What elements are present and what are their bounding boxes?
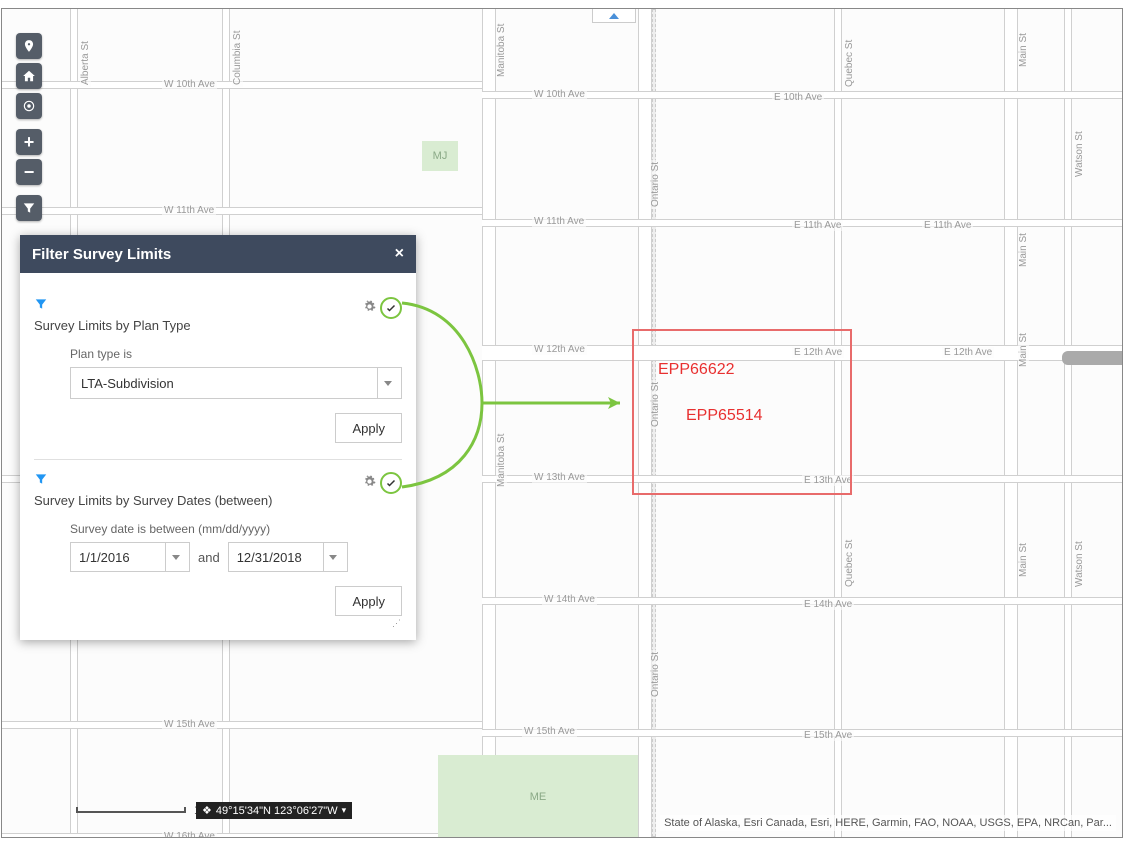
home-icon [22,69,36,83]
road-label: W 15th Ave [522,726,577,737]
select-value: LTA-Subdivision [81,376,174,391]
zoom-out-button[interactable]: − [16,159,42,185]
road-label: Quebec St [844,538,855,589]
road-label: Watson St [1074,539,1085,589]
check-icon [385,302,397,314]
road-label: Ontario St [650,160,661,209]
map-attribution: State of Alaska, Esri Canada, Esri, HERE… [660,815,1116,831]
zoom-in-button[interactable]: + [16,129,42,155]
road-label: E 15th Ave [802,730,854,741]
filter-icon [34,297,191,314]
road-label: W 10th Ave [532,89,587,100]
road-label: Ontario St [650,650,661,699]
check-icon [385,477,397,489]
survey-id-label: EPP66622 [658,361,735,379]
road-label: E 10th Ave [772,92,824,103]
road-label: W 11th Ave [532,216,586,227]
gear-icon[interactable] [363,475,376,491]
road-label: Quebec St [844,38,855,89]
panel-toggle-top[interactable] [592,9,636,23]
road-label: W 12th Ave [532,344,587,355]
coordinate-value: 49°15'34"N 123°06'27"W [216,805,338,817]
road-label: W 11th Ave [162,205,216,216]
map-toolbar: + − [16,33,42,221]
road-label: E 11th Ave [792,220,843,231]
apply-button[interactable]: Apply [335,586,402,616]
panel-header: Filter Survey Limits × [20,235,416,273]
date-from-input[interactable]: 1/1/2016 [70,542,190,572]
home-button[interactable] [16,63,42,89]
road-label: E 11th Ave [922,220,973,231]
road-label: E 12th Ave [942,347,994,358]
chevron-down-icon [377,368,397,398]
road-label: W 14th Ave [542,594,597,605]
chevron-down-icon [323,542,343,572]
road-label: Columbia St [232,29,243,87]
road-label: Manitoba St [496,432,507,489]
road-label: Main St [1018,331,1029,369]
filter-plan-type: Survey Limits by Plan Type Plan type is [34,285,402,460]
filter-icon [34,472,272,489]
filter-title: Survey Limits by Survey Dates (between) [34,493,272,508]
filter-sublabel: Survey date is between (mm/dd/yyyy) [70,522,402,536]
road-stub [1062,351,1122,365]
filter-icon [22,201,36,215]
road-label: Main St [1018,231,1029,269]
and-label: and [198,550,220,565]
pin-button[interactable] [16,33,42,59]
road-label: E 14th Ave [802,599,854,610]
close-button[interactable]: × [395,245,404,263]
chevron-down-icon: ▾ [342,805,347,816]
pin-icon [22,39,36,53]
chevron-down-icon [165,542,185,572]
filter-enabled-toggle[interactable] [380,297,402,319]
date-to-input[interactable]: 12/31/2018 [228,542,348,572]
road-label: Manitoba St [496,22,507,79]
coordinate-display[interactable]: ❖ 49°15'34"N 123°06'27"W ▾ [196,802,352,819]
road-label: W 16th Ave [162,831,217,838]
locate-button[interactable] [16,93,42,119]
apply-button[interactable]: Apply [335,413,402,443]
road-label: Alberta St [80,39,91,87]
road-label: W 13th Ave [532,472,587,483]
park-mj: MJ [422,141,458,171]
filter-panel: Filter Survey Limits × Survey Limits by … [20,235,416,640]
filter-title: Survey Limits by Plan Type [34,318,191,333]
map-viewport[interactable]: Alberta St Columbia St Manitoba St Manit… [1,8,1123,838]
chevron-up-icon [609,13,619,19]
panel-title: Filter Survey Limits [32,246,171,263]
date-value: 1/1/2016 [79,550,130,565]
plus-icon: + [24,132,35,153]
filter-button[interactable] [16,195,42,221]
filter-survey-dates: Survey Limits by Survey Dates (between) … [34,460,402,632]
resize-handle-icon[interactable]: ⋰ [392,618,399,629]
locate-icon [22,99,36,113]
road-label: Main St [1018,541,1029,579]
road-label: W 15th Ave [162,719,217,730]
survey-id-label: EPP65514 [686,407,763,425]
road-label: W 10th Ave [162,79,217,90]
road-label: Watson St [1074,129,1085,179]
park-me: ME [438,755,638,838]
minus-icon: − [24,162,35,183]
filter-sublabel: Plan type is [70,347,402,361]
filter-enabled-toggle[interactable] [380,472,402,494]
plan-type-select[interactable]: LTA-Subdivision [70,367,402,399]
panel-body: Survey Limits by Plan Type Plan type is [20,273,416,640]
date-value: 12/31/2018 [237,550,302,565]
expand-icon: ❖ [202,804,212,817]
gear-icon[interactable] [363,300,376,316]
road-label: Main St [1018,31,1029,69]
